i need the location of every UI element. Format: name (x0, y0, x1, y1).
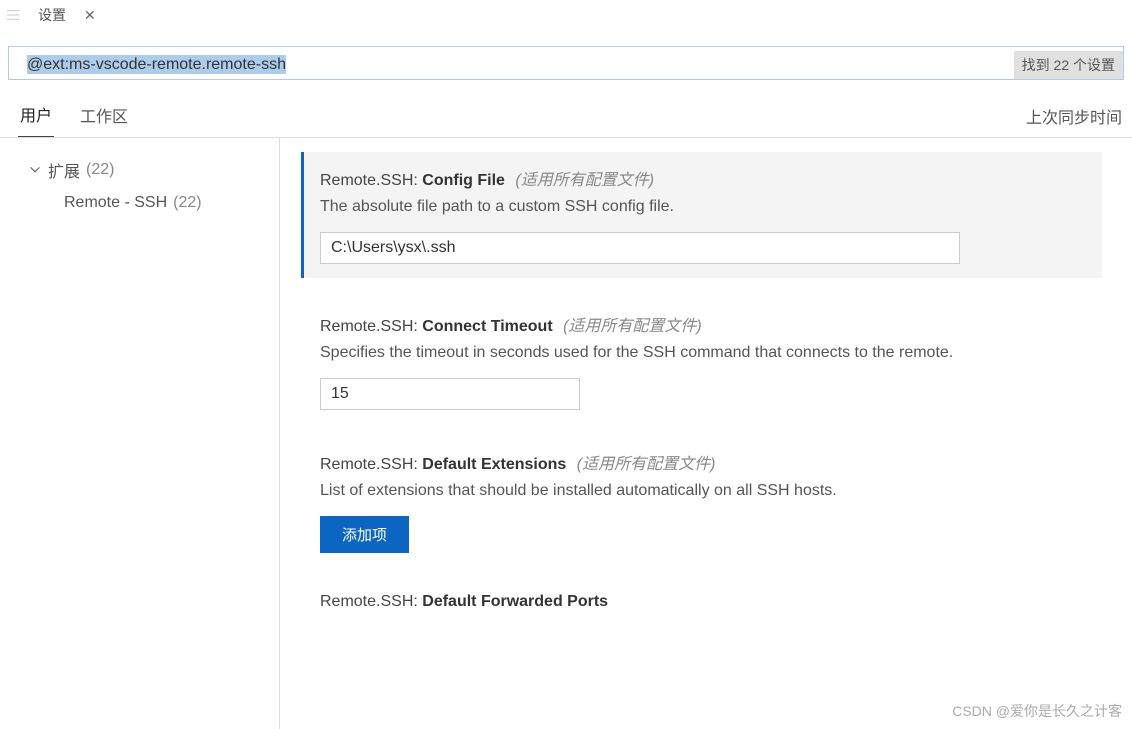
scope-tab-user[interactable]: 用户 (18, 94, 54, 137)
setting-description: Specifies the timeout in seconds used fo… (320, 344, 1102, 362)
config-file-input[interactable] (320, 232, 960, 264)
search-input[interactable]: @ext:ms-vscode-remote.remote-ssh (27, 56, 1006, 74)
titlebar: 设置 ✕ (0, 0, 1132, 30)
scope-tabs: 用户 工作区 上次同步时间 (0, 94, 1132, 138)
scope-tab-workspace[interactable]: 工作区 (78, 95, 130, 137)
setting-config-file: Remote.SSH: Config File (适用所有配置文件) The a… (301, 152, 1102, 278)
setting-description: The absolute file path to a custom SSH c… (320, 198, 1086, 216)
tree-item-count: (22) (173, 194, 201, 212)
close-icon[interactable]: ✕ (84, 7, 96, 24)
chevron-down-icon (28, 163, 42, 177)
tab-label: 设置 (38, 5, 66, 25)
tree-item-label: Remote - SSH (64, 194, 167, 212)
setting-default-extensions: Remote.SSH: Default Extensions (适用所有配置文件… (320, 450, 1102, 553)
search-result-count: 找到 22 个设置 (1014, 51, 1123, 79)
tree-item-count: (22) (86, 161, 114, 179)
add-item-button[interactable]: 添加项 (320, 516, 409, 553)
tree-item-label: 扩展 (48, 158, 80, 182)
settings-tree: 扩展 (22) Remote - SSH (22) (0, 138, 280, 729)
setting-title: Remote.SSH: Connect Timeout (适用所有配置文件) (320, 312, 1102, 336)
connect-timeout-input[interactable] (320, 378, 580, 410)
setting-connect-timeout: Remote.SSH: Connect Timeout (适用所有配置文件) S… (320, 312, 1102, 410)
tree-item-extensions[interactable]: 扩展 (22) (24, 152, 271, 188)
tab-settings[interactable]: 设置 ✕ (24, 1, 110, 29)
watermark: CSDN @爱你是长久之计客 (952, 701, 1122, 721)
tab-icon (6, 8, 20, 22)
tree-item-remote-ssh[interactable]: Remote - SSH (22) (24, 188, 271, 218)
last-sync-label: 上次同步时间 (1026, 104, 1132, 128)
setting-default-forwarded-ports: Remote.SSH: Default Forwarded Ports (320, 593, 1102, 611)
settings-search[interactable]: @ext:ms-vscode-remote.remote-ssh 找到 22 个… (8, 46, 1124, 80)
setting-title: Remote.SSH: Config File (适用所有配置文件) (320, 166, 1086, 190)
setting-title: Remote.SSH: Default Extensions (适用所有配置文件… (320, 450, 1102, 474)
setting-title: Remote.SSH: Default Forwarded Ports (320, 593, 1102, 611)
settings-content[interactable]: Remote.SSH: Config File (适用所有配置文件) The a… (280, 138, 1132, 729)
setting-description: List of extensions that should be instal… (320, 482, 1102, 500)
settings-body: 扩展 (22) Remote - SSH (22) Remote.SSH: Co… (0, 138, 1132, 729)
